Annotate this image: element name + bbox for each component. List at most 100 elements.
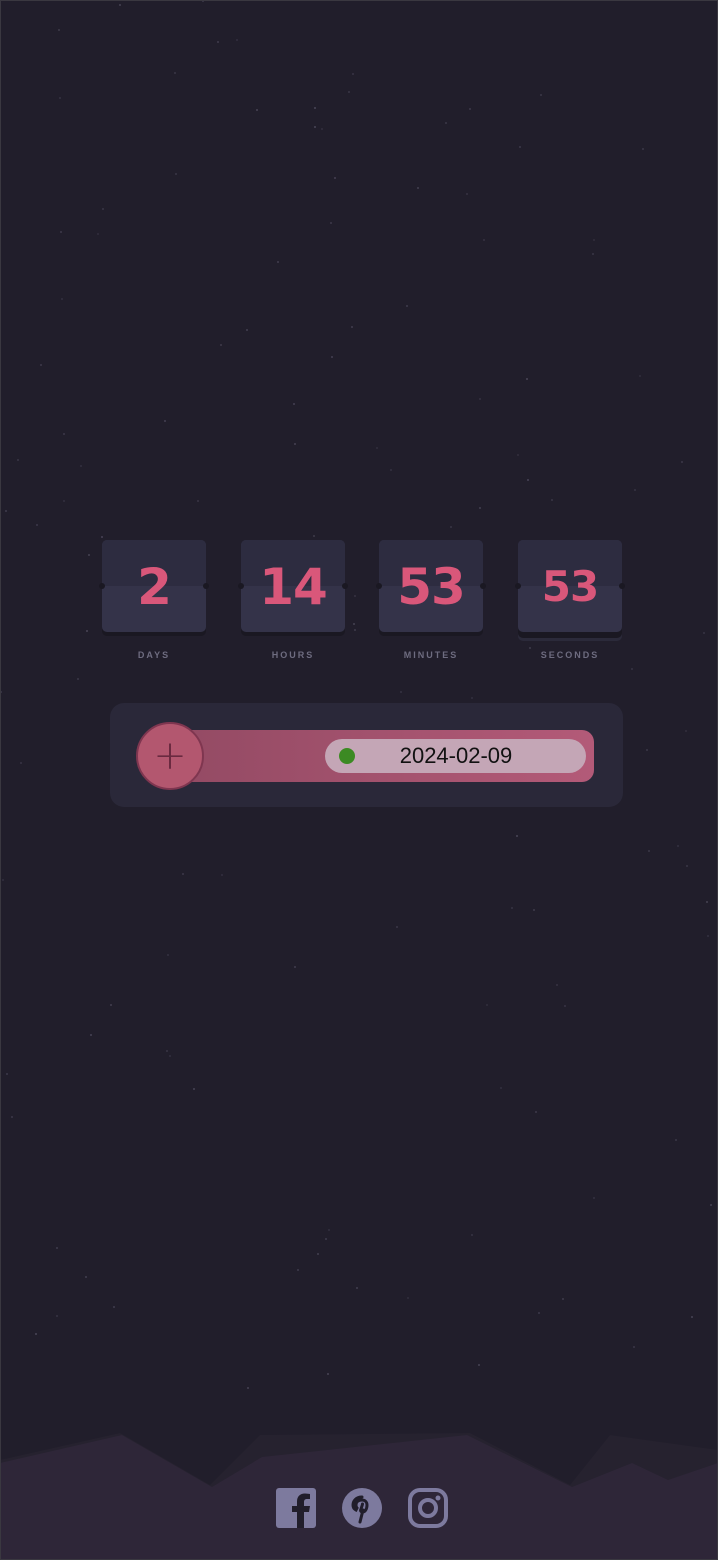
star: [479, 398, 481, 400]
star: [86, 630, 88, 632]
star: [217, 41, 219, 43]
star: [327, 1373, 329, 1375]
star: [511, 907, 513, 909]
star: [685, 730, 687, 732]
star: [564, 1005, 566, 1007]
star: [675, 1139, 677, 1141]
date-value: 2024-02-09: [399, 743, 513, 768]
flip-card-minutes: 53: [376, 540, 486, 632]
star: [256, 109, 258, 111]
star: [646, 749, 648, 751]
star: [246, 329, 248, 331]
instagram-icon[interactable]: [406, 1486, 450, 1530]
star: [40, 364, 42, 366]
star: [221, 874, 223, 876]
star: [61, 298, 63, 300]
star: [321, 128, 323, 130]
star: [703, 632, 705, 634]
countdown-minutes: 53 MINUTES: [376, 540, 486, 660]
star: [633, 1346, 635, 1348]
star: [479, 507, 481, 509]
star: [376, 447, 378, 449]
star: [500, 1087, 502, 1089]
countdown-seconds: 53 SECONDS: [515, 540, 625, 660]
status-dot: [339, 748, 355, 764]
star: [533, 909, 535, 911]
star: [681, 461, 683, 463]
star: [710, 1204, 712, 1206]
star: [313, 535, 315, 537]
star: [406, 305, 408, 307]
star: [642, 148, 644, 150]
star: [551, 499, 553, 501]
star: [516, 835, 518, 837]
star: [297, 1269, 299, 1271]
star: [538, 1312, 540, 1314]
star: [220, 344, 222, 346]
star: [202, 0, 204, 2]
star: [691, 1316, 693, 1318]
star: [35, 1333, 37, 1335]
star: [631, 668, 633, 670]
star: [110, 1004, 112, 1006]
star: [60, 231, 62, 233]
star: [80, 465, 82, 467]
star: [483, 239, 485, 241]
star: [17, 459, 19, 461]
star: [314, 126, 316, 128]
countdown-days: 2 DAYS: [99, 540, 209, 660]
star: [592, 253, 594, 255]
star: [20, 762, 22, 764]
star: [164, 420, 166, 422]
star: [63, 500, 65, 502]
star: [517, 454, 519, 456]
star: [526, 378, 528, 380]
pinterest-icon[interactable]: [340, 1486, 384, 1530]
star: [706, 901, 708, 903]
facebook-icon[interactable]: [274, 1486, 318, 1530]
star: [334, 177, 336, 179]
star: [56, 1315, 58, 1317]
star: [330, 222, 332, 224]
star: [167, 954, 169, 956]
star: [294, 443, 296, 445]
star: [277, 261, 279, 263]
star: [396, 926, 398, 928]
star: [390, 469, 392, 471]
add-date-button[interactable]: +: [136, 722, 204, 790]
countdown-hours: 14 HOURS: [238, 540, 348, 660]
star: [0, 691, 2, 693]
star: [351, 326, 353, 328]
star: [85, 1276, 87, 1278]
star: [236, 39, 238, 41]
seconds-label: SECONDS: [540, 650, 600, 660]
star: [417, 187, 419, 189]
star: [2, 879, 4, 881]
star: [113, 1306, 115, 1308]
star: [556, 984, 558, 986]
social-links: [272, 1486, 452, 1530]
star: [174, 72, 176, 74]
star: [101, 536, 103, 538]
flip-card-hours: 14: [238, 540, 348, 632]
hours-value: 14: [259, 558, 328, 616]
star: [471, 1234, 473, 1236]
date-input[interactable]: 2024-02-09: [325, 739, 586, 773]
star: [90, 1034, 92, 1036]
minutes-value: 53: [397, 558, 466, 616]
star: [486, 1004, 488, 1006]
star: [294, 966, 296, 968]
star: [478, 1364, 480, 1366]
star: [535, 1111, 537, 1113]
flip-card-seconds: 53: [515, 540, 625, 632]
star: [59, 97, 61, 99]
star: [169, 1055, 171, 1057]
star: [193, 1088, 195, 1090]
star: [166, 1050, 168, 1052]
star: [175, 173, 177, 175]
flip-card-days: 2: [99, 540, 209, 632]
hours-label: HOURS: [271, 650, 315, 660]
star: [197, 500, 199, 502]
star: [5, 510, 7, 512]
star: [317, 1253, 319, 1255]
